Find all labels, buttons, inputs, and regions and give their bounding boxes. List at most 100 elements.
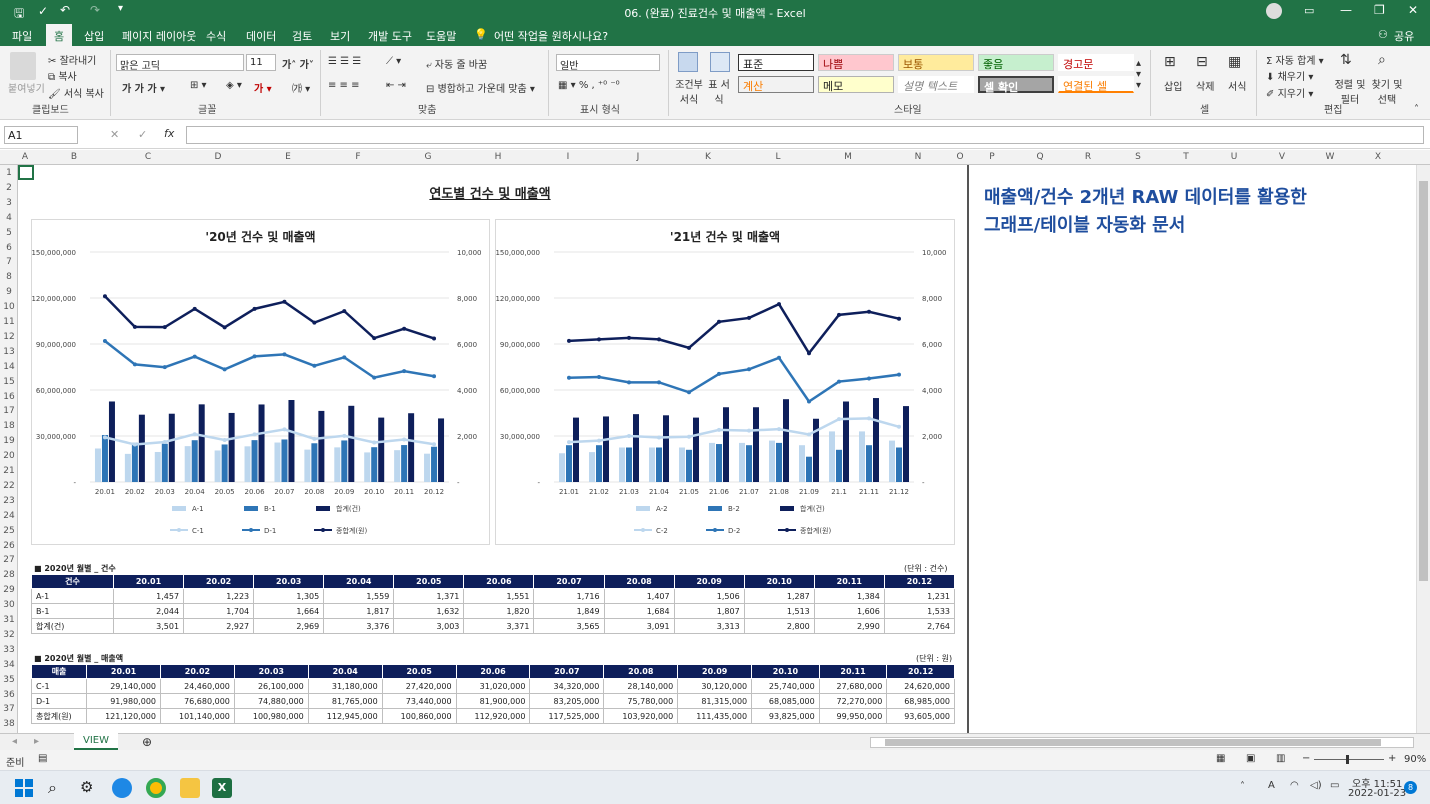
table-cell[interactable]: 31,180,000 [307, 678, 383, 694]
column-header-A[interactable]: A [19, 152, 31, 162]
table-cell[interactable]: 81,315,000 [677, 693, 753, 709]
search-icon[interactable]: ⌕ [48, 778, 68, 798]
table-cell[interactable]: 30,120,000 [677, 678, 753, 694]
table-cell[interactable]: 1,457 [112, 588, 185, 604]
table-cell[interactable]: 103,920,000 [603, 708, 679, 724]
name-box[interactable]: A1 [4, 126, 78, 144]
fill-color-icon[interactable]: ◈ ▾ [226, 80, 242, 91]
add-sheet-icon[interactable]: ⊕ [142, 735, 152, 749]
ribbon-display-icon[interactable]: ▭ [1304, 4, 1314, 17]
tab-scroll-right-icon[interactable]: ▸ [34, 736, 39, 747]
share-button[interactable]: 공유 [1394, 28, 1414, 44]
conditional-format-button[interactable]: 조건부 서식 [672, 76, 706, 106]
column-header-B[interactable]: B [68, 152, 80, 162]
table-cell[interactable]: 1,305 [253, 588, 325, 604]
restore-icon[interactable]: ❐ [1374, 3, 1385, 17]
horizontal-align-icons[interactable]: ≡ ≡ ≡ [328, 80, 360, 91]
table-cell[interactable]: 1,716 [533, 588, 605, 604]
table-cell[interactable]: 2,764 [883, 618, 956, 634]
tab-home[interactable]: 홈 [46, 24, 73, 46]
table-cell[interactable]: 72,270,000 [818, 693, 888, 709]
table-cell[interactable]: 3,371 [463, 618, 535, 634]
row-header-10[interactable]: 10 [0, 302, 18, 312]
row-header-4[interactable]: 4 [0, 213, 18, 223]
tab-data[interactable]: 데이터 [246, 28, 276, 44]
row-header-9[interactable]: 9 [0, 287, 18, 297]
table-cell[interactable]: 81,765,000 [307, 693, 383, 709]
table-cell[interactable]: 1,287 [743, 588, 815, 604]
number-format-icons[interactable]: ▦ ▾ % , ⁺⁰ ⁻⁰ [558, 80, 620, 91]
row-header-19[interactable]: 19 [0, 436, 18, 446]
find-select-button[interactable]: 찾기 및 선택 [1370, 76, 1404, 106]
chart-2020[interactable]: '20년 건수 및 매출액 150,000,000 120,000,000 90,0… [31, 219, 490, 545]
table-cell[interactable]: 2,800 [743, 618, 815, 634]
tab-help[interactable]: 도움말 [426, 28, 456, 44]
table-cell[interactable]: 1,407 [603, 588, 675, 604]
minimize-icon[interactable]: — [1340, 3, 1352, 17]
style-warning[interactable]: 경고문 [1058, 54, 1134, 71]
style-check-cell[interactable]: 셀 확인 [978, 76, 1054, 94]
format-cells-button[interactable]: 서식 [1228, 78, 1246, 93]
column-header-K[interactable]: K [702, 152, 714, 162]
table-cell[interactable]: 27,680,000 [818, 678, 888, 694]
excel-icon[interactable]: X [212, 778, 232, 798]
vertical-scrollbar[interactable] [1416, 165, 1430, 733]
style-good[interactable]: 좋음 [978, 54, 1054, 71]
close-icon[interactable]: ✕ [1408, 3, 1418, 17]
cancel-icon[interactable]: ✕ [110, 128, 119, 141]
tab-view[interactable]: 보기 [330, 28, 350, 44]
zoom-slider[interactable] [1314, 755, 1384, 764]
merge-center-button[interactable]: ⊟ 병합하고 가운데 맞춤 ▾ [426, 80, 535, 95]
table-cell[interactable]: 1,551 [463, 588, 535, 604]
row-header-37[interactable]: 37 [0, 704, 18, 714]
zoom-level[interactable]: 90% [1404, 754, 1426, 765]
border-icon[interactable]: ⊞ ▾ [190, 80, 207, 91]
table-cell[interactable]: 1,807 [673, 603, 745, 619]
row-header-7[interactable]: 7 [0, 257, 18, 267]
table-cell[interactable]: 75,780,000 [603, 693, 679, 709]
row-header-13[interactable]: 13 [0, 347, 18, 357]
file-explorer-icon[interactable] [180, 778, 200, 798]
row-header-30[interactable]: 30 [0, 600, 18, 610]
delete-cells-button[interactable]: 삭제 [1196, 78, 1214, 93]
windows-start-icon[interactable] [14, 778, 34, 798]
font-name-select[interactable]: 맑은 고딕 [116, 54, 244, 72]
tell-me-search[interactable]: 어떤 작업을 원하시나요? [494, 28, 608, 44]
tab-formulas[interactable]: 수식 [206, 28, 226, 44]
row-header-11[interactable]: 11 [0, 317, 18, 327]
cut-button[interactable]: ✂ 잘라내기 [48, 52, 96, 67]
column-header-R[interactable]: R [1082, 152, 1094, 162]
table-cell[interactable]: 1,559 [323, 588, 395, 604]
table-cell[interactable]: 1,704 [183, 603, 255, 619]
table-cell[interactable]: 3,565 [533, 618, 605, 634]
row-header-18[interactable]: 18 [0, 421, 18, 431]
column-header-G[interactable]: G [422, 152, 434, 162]
styles-scroll-icon[interactable]: ▴ ▾ ▾ [1136, 58, 1141, 91]
table-format-button[interactable]: 표 서식 [706, 76, 732, 106]
table-cell[interactable]: 117,525,000 [529, 708, 605, 724]
row-header-25[interactable]: 25 [0, 526, 18, 536]
wifi-icon[interactable]: ◠ [1290, 780, 1299, 791]
settings-icon[interactable]: ⚙ [80, 778, 100, 798]
number-format-select[interactable]: 일반 [556, 54, 660, 72]
table-cell[interactable]: 1,506 [673, 588, 745, 604]
table-cell[interactable]: 25,740,000 [751, 678, 820, 694]
column-header-S[interactable]: S [1132, 152, 1144, 162]
copy-button[interactable]: ⧉ 복사 [48, 68, 77, 83]
row-header-3[interactable]: 3 [0, 198, 18, 208]
style-normal[interactable]: 표준 [738, 54, 814, 71]
format-painter-button[interactable]: 🖌 서식 복사 [48, 85, 104, 100]
column-header-M[interactable]: M [842, 152, 854, 162]
column-header-W[interactable]: W [1324, 152, 1336, 162]
orientation-icon[interactable]: ⟋ ▾ [386, 56, 401, 67]
zoom-in-icon[interactable]: + [1388, 753, 1396, 764]
tab-developer[interactable]: 개발 도구 [368, 28, 412, 44]
table-cell[interactable]: 111,435,000 [677, 708, 753, 724]
bold-italic-underline-icon[interactable]: 가 가 가 ▾ [122, 80, 165, 95]
page-break-view-icon[interactable]: ▥ [1276, 753, 1285, 764]
row-label[interactable]: B-1 [31, 603, 114, 619]
table-cell[interactable]: 1,632 [393, 603, 465, 619]
table-cell[interactable]: 1,684 [603, 603, 675, 619]
horizontal-scroll-thumb[interactable] [885, 739, 1381, 746]
table-cell[interactable]: 1,533 [883, 603, 956, 619]
